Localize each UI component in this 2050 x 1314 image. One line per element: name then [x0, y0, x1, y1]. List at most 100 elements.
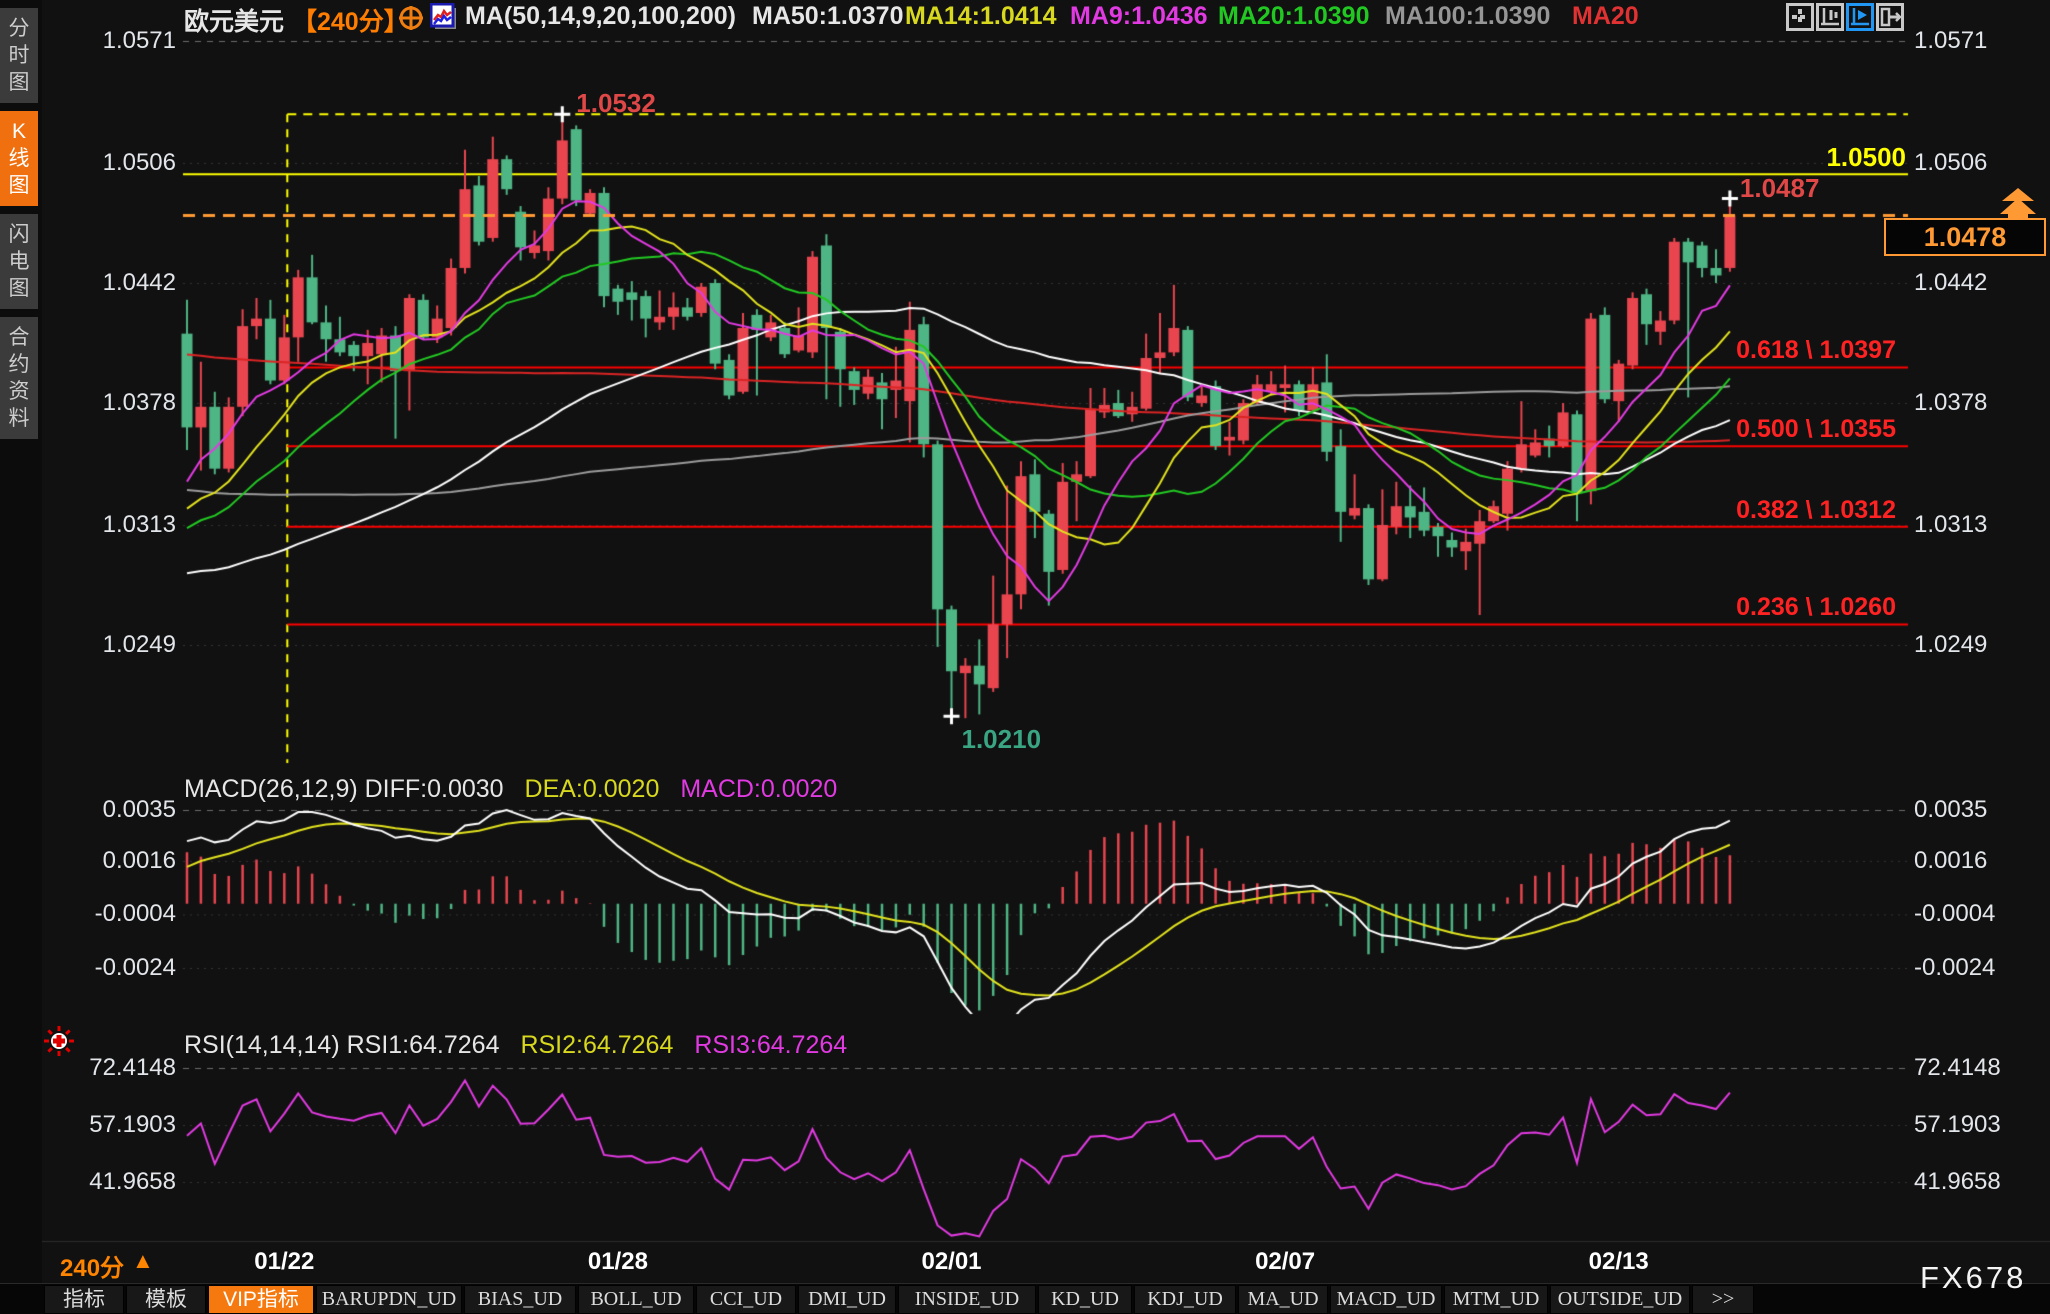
ma50-value: MA50:1.0370	[752, 2, 903, 31]
timeframe-label[interactable]: 240分	[60, 1248, 124, 1283]
price-tick-left: 1.0506	[42, 149, 176, 177]
fib-level-label: 0.382 \ 1.0312	[1600, 496, 1896, 525]
footer-tab-BOLL_UD[interactable]: BOLL_UD	[578, 1285, 694, 1314]
rsi3-value: RSI3:64.7264	[694, 1031, 847, 1059]
footer-tab-VIP-[interactable]: VIP指标	[208, 1285, 314, 1314]
footer-tab->>[interactable]: >>	[1692, 1285, 1754, 1314]
sidebar-tab-char: 闪	[9, 221, 30, 248]
sidebar-tab-char: 图	[9, 275, 30, 302]
sidebar-tab-2[interactable]: 闪电图	[0, 214, 38, 309]
ma14-value: MA14:1.0414	[905, 2, 1056, 31]
price-tick-right: 1.0506	[1914, 149, 1987, 177]
footer-tab-KDJ_UD[interactable]: KDJ_UD	[1134, 1285, 1236, 1314]
crosshair-icon[interactable]	[398, 5, 424, 36]
footer-tab-BARUPDN_UD[interactable]: BARUPDN_UD	[316, 1285, 462, 1314]
layout-grid-icon[interactable]	[1786, 3, 1814, 31]
price-tick-right: 1.0249	[1914, 631, 1987, 659]
sidebar-tab-char: 约	[9, 351, 30, 378]
price-tick-right: 1.0442	[1914, 269, 1987, 297]
macd-tick-right: -0.0004	[1914, 900, 1995, 928]
price-tick-left: 1.0378	[42, 389, 176, 417]
macd-tick-right: -0.0024	[1914, 954, 1995, 982]
sidebar-tab-char: K	[12, 118, 26, 145]
rsi-tick-right: 41.9658	[1914, 1168, 2001, 1196]
timeframe-up-arrow-icon[interactable]: ▲	[132, 1248, 154, 1274]
indicator-chart-icon[interactable]	[430, 3, 458, 36]
brand-watermark: FX678	[1920, 1260, 2026, 1296]
footer-tab--[interactable]: 指标	[44, 1285, 124, 1314]
sidebar-tab-char: 线	[9, 145, 30, 172]
footer-tab-DMI_UD[interactable]: DMI_UD	[798, 1285, 896, 1314]
macd-tick-left: 0.0035	[42, 796, 176, 824]
rsi-tick-right: 72.4148	[1914, 1054, 2001, 1082]
sidebar-tab-char: 资	[9, 378, 30, 405]
footer-tab-KD_UD[interactable]: KD_UD	[1038, 1285, 1132, 1314]
ma100-value: MA100:1.0390	[1385, 2, 1550, 31]
date-tick: 02/13	[1589, 1248, 1649, 1276]
price-tick-right: 1.0313	[1914, 511, 1987, 539]
macd-title: MACD(26,12,9) DIFF:0.0030 DEA:0.0020 MAC…	[184, 775, 837, 804]
rsi-tick-right: 57.1903	[1914, 1111, 2001, 1139]
rsi-tick-left: 41.9658	[42, 1168, 176, 1196]
current-price-tag: 1.0478	[1884, 218, 2046, 256]
axes-flag-icon-active[interactable]	[1846, 3, 1874, 31]
macd-tick-left: -0.0004	[42, 900, 176, 928]
range-high-label: 1.0532	[576, 88, 656, 119]
price-tick-right: 1.0378	[1914, 389, 1987, 417]
fib-level-label: 0.500 \ 1.0355	[1600, 415, 1896, 444]
sidebar: 分时图K线图闪电图合约资料	[0, 0, 42, 1314]
price-tick-left: 1.0442	[42, 269, 176, 297]
sidebar-tab-char: 分	[9, 15, 30, 42]
sidebar-tab-char: 图	[9, 172, 30, 199]
macd-tick-left: -0.0024	[42, 954, 176, 982]
ma9-value: MA9:1.0436	[1070, 2, 1208, 31]
low-label: 1.0210	[962, 724, 1042, 755]
price-tick-right: 1.0571	[1914, 27, 1987, 55]
rsi2-value: RSI2:64.7264	[520, 1031, 673, 1059]
axes-candle-icon[interactable]	[1816, 3, 1844, 31]
sidebar-tab-0[interactable]: 分时图	[0, 8, 38, 103]
fib-level-label: 0.618 \ 1.0397	[1600, 336, 1896, 365]
last-high-label: 1.0487	[1740, 173, 1820, 204]
indicator-toolbar: 指标模板VIP指标BARUPDN_UDBIAS_UDBOLL_UDCCI_UDD…	[0, 1283, 2050, 1314]
rsi1-value: RSI1:64.7264	[347, 1031, 500, 1059]
date-tick: 01/28	[588, 1248, 648, 1276]
rsi-tick-left: 57.1903	[42, 1111, 176, 1139]
date-tick: 01/22	[254, 1248, 314, 1276]
rsi-tick-left: 72.4148	[42, 1054, 176, 1082]
footer-tab-MTM_UD[interactable]: MTM_UD	[1444, 1285, 1548, 1314]
macd-tick-right: 0.0016	[1914, 847, 1987, 875]
ma200-value: MA20	[1572, 2, 1639, 31]
kline-app: 分时图K线图闪电图合约资料 欧元美元 【240分】 MA(50,14,9,20,…	[0, 0, 2050, 1314]
sidebar-tab-1[interactable]: K线图	[0, 111, 38, 206]
sidebar-tab-char: 时	[9, 42, 30, 69]
macd-tick-left: 0.0016	[42, 847, 176, 875]
footer-tab-MACD_UD[interactable]: MACD_UD	[1330, 1285, 1442, 1314]
ma20-value: MA20:1.0390	[1218, 2, 1369, 31]
sidebar-tab-char: 料	[9, 405, 30, 432]
footer-tab-OUTSIDE_UD[interactable]: OUTSIDE_UD	[1550, 1285, 1690, 1314]
rsi-title: RSI(14,14,14) RSI1:64.7264 RSI2:64.7264 …	[184, 1031, 847, 1060]
macd-macd-value: MACD:0.0020	[680, 775, 837, 803]
sidebar-tab-char: 电	[9, 248, 30, 275]
price-tick-left: 1.0313	[42, 511, 176, 539]
sidebar-tab-3[interactable]: 合约资料	[0, 317, 38, 439]
footer-tab-BIAS_UD[interactable]: BIAS_UD	[464, 1285, 576, 1314]
rsi-params: RSI(14,14,14)	[184, 1031, 340, 1059]
macd-tick-right: 0.0035	[1914, 796, 1987, 824]
footer-tab-MA_UD[interactable]: MA_UD	[1238, 1285, 1328, 1314]
fib-level-label: 0.236 \ 1.0260	[1600, 593, 1896, 622]
footer-tab-CCI_UD[interactable]: CCI_UD	[696, 1285, 796, 1314]
footer-tab-INSIDE_UD[interactable]: INSIDE_UD	[898, 1285, 1036, 1314]
date-tick: 02/07	[1255, 1248, 1315, 1276]
symbol-title: 欧元美元	[184, 2, 284, 38]
macd-params: MACD(26,12,9)	[184, 775, 358, 803]
price-up-arrow-icon	[1998, 188, 2038, 223]
scale-axis-icon[interactable]	[1876, 3, 1904, 31]
resistance-level-label: 1.0500	[1610, 142, 1906, 173]
macd-diff-value: DIFF:0.0030	[365, 775, 504, 803]
period-badge[interactable]: 【240分】	[292, 2, 409, 38]
price-tick-left: 1.0249	[42, 631, 176, 659]
sidebar-tab-char: 合	[9, 324, 30, 351]
footer-tab--[interactable]: 模板	[126, 1285, 206, 1314]
